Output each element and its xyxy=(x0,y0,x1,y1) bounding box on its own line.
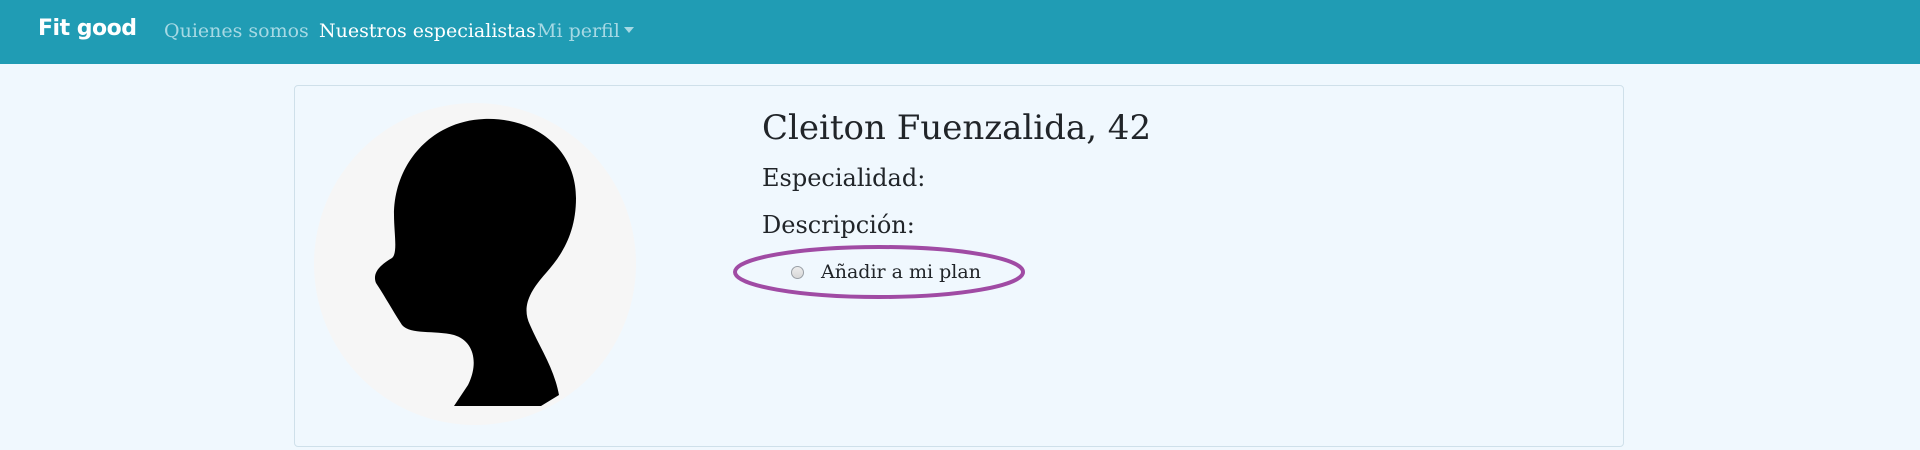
nav-dropdown-label: Mi perfil xyxy=(537,20,620,42)
person-silhouette-icon xyxy=(374,118,576,407)
nav-dropdown-mi-perfil[interactable]: Mi perfil xyxy=(537,20,634,42)
specialty-label: Especialidad: xyxy=(762,164,926,192)
add-to-plan-radio[interactable] xyxy=(791,266,804,279)
specialist-name-age: Cleiton Fuenzalida, 42 xyxy=(762,108,1152,148)
caret-down-icon xyxy=(623,27,634,33)
brand-logo[interactable]: Fit good xyxy=(38,16,137,41)
avatar xyxy=(314,103,636,425)
add-to-plan-label[interactable]: Añadir a mi plan xyxy=(821,261,981,283)
description-label: Descripción: xyxy=(762,211,915,239)
nav-link-quienes-somos[interactable]: Quienes somos xyxy=(164,20,309,42)
top-navbar: Fit good Quienes somos Nuestros especial… xyxy=(0,0,1920,64)
nav-link-especialistas[interactable]: Nuestros especialistas xyxy=(319,20,536,42)
